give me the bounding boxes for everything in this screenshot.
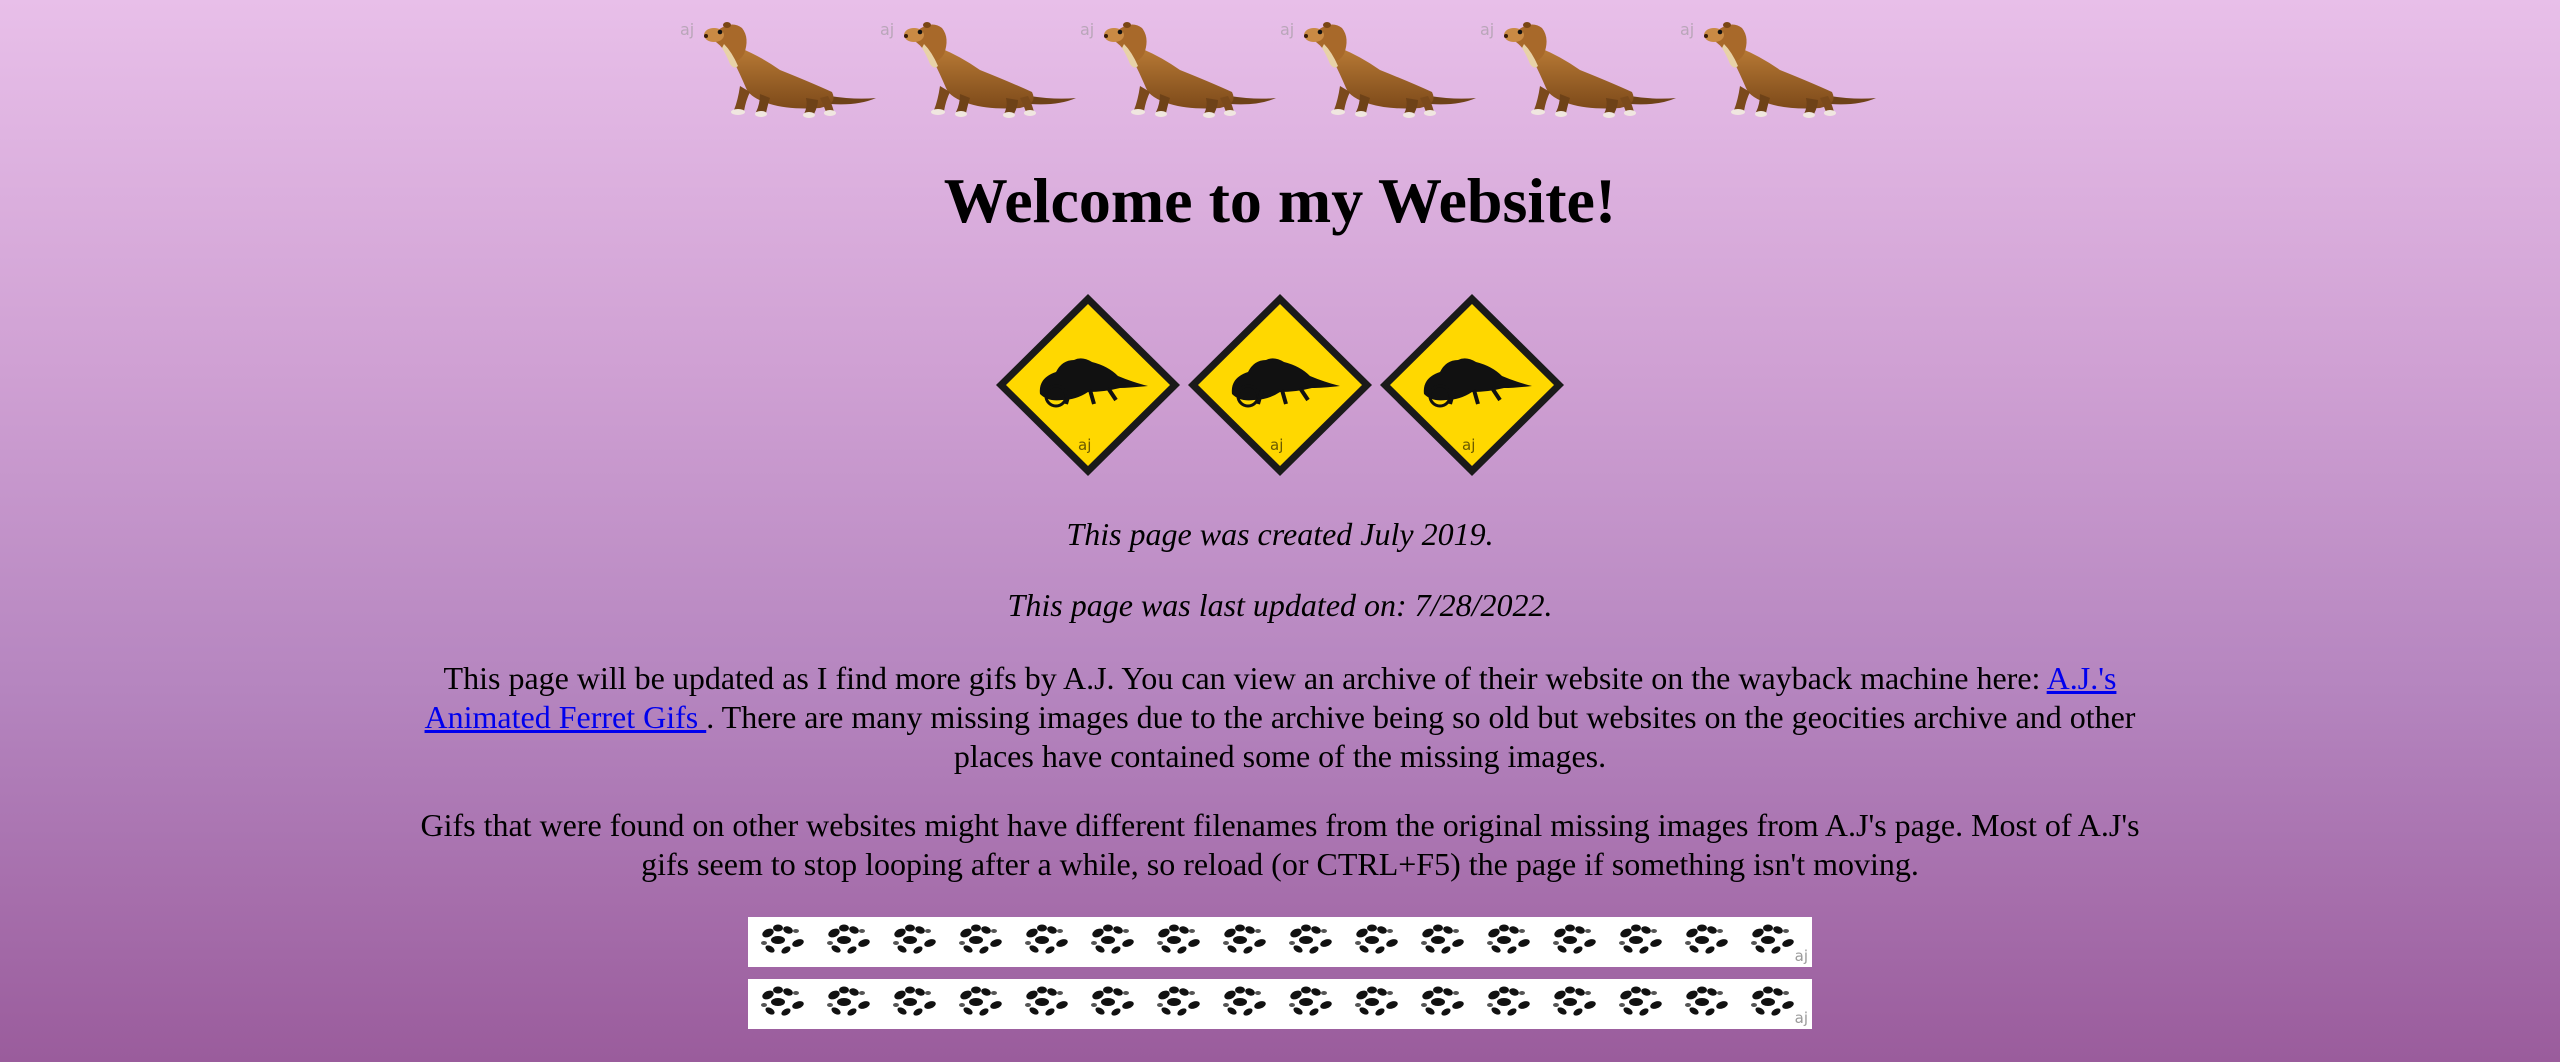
intro-text-after: . There are many missing images due to t… — [706, 699, 2136, 774]
ferret-image: aj — [680, 8, 880, 120]
ferret-image: aj — [1480, 8, 1680, 120]
ferret-watermark: aj — [880, 20, 895, 39]
updated-date-text: This page was last updated on: 7/28/2022… — [1007, 587, 1553, 623]
ferret-watermark: aj — [1480, 20, 1495, 39]
ferret-watermark: aj — [1080, 20, 1095, 39]
ferret-crossing-signs: aj aj aj — [0, 290, 2560, 480]
page-title: Welcome to my Website! — [943, 165, 1617, 236]
ferret-watermark: aj — [1280, 20, 1295, 39]
ferret-image: aj — [880, 8, 1080, 120]
sign-mark: aj — [1078, 436, 1092, 454]
ferret-image: aj — [1680, 8, 1880, 120]
intro-text-before: This page will be updated as I find more… — [443, 660, 2047, 696]
paw-prints-bar: aj — [748, 979, 1812, 1029]
ferret-watermark: aj — [1680, 20, 1695, 39]
ferret-watermark: aj — [680, 20, 695, 39]
ferret-image: aj — [1280, 8, 1480, 120]
paw-bar-mark: aj — [1794, 947, 1808, 965]
ferret-crossing-sign-icon: aj — [992, 290, 1184, 480]
intro-paragraph: This page will be updated as I find more… — [410, 659, 2150, 776]
paw-prints-bar: aj — [748, 917, 1812, 967]
created-date-text: This page was created July 2019. — [1066, 516, 1494, 552]
ferret-crossing-sign-icon: aj — [1376, 290, 1568, 480]
sign-mark: aj — [1270, 436, 1284, 454]
ferret-image: aj — [1080, 8, 1280, 120]
ferret-gif-row: aj aj aj aj aj aj — [0, 8, 2560, 120]
note-paragraph: Gifs that were found on other websites m… — [420, 807, 2140, 882]
sign-mark: aj — [1462, 436, 1476, 454]
ferret-crossing-sign-icon: aj — [1184, 290, 1376, 480]
paw-bar-mark: aj — [1794, 1009, 1808, 1027]
